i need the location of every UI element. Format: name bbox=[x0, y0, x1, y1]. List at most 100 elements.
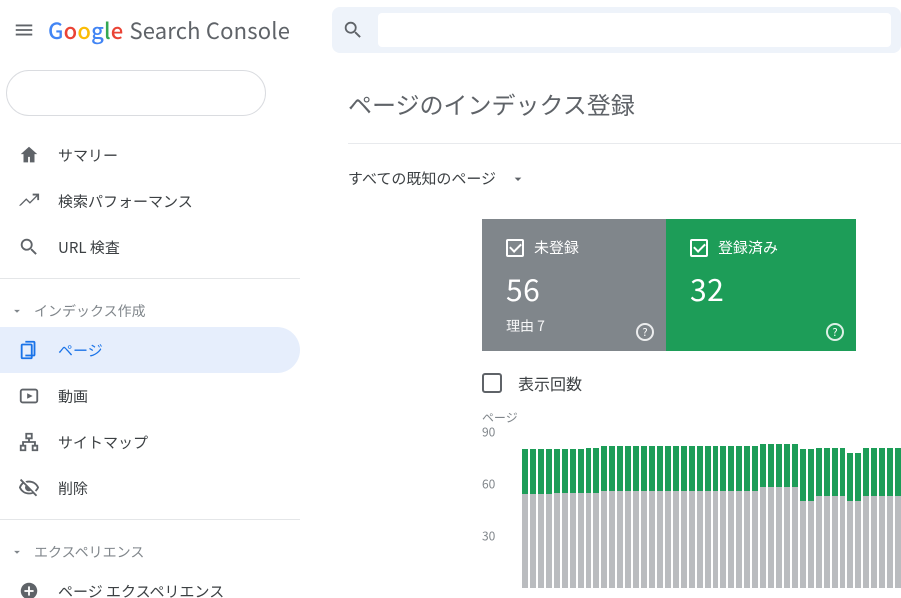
chart-bar bbox=[728, 446, 734, 588]
product-name: Search Console bbox=[129, 14, 290, 46]
card-value: 32 bbox=[690, 266, 832, 310]
checkbox-unchecked-icon[interactable] bbox=[482, 373, 502, 393]
chart-bar bbox=[554, 449, 560, 588]
chart-bar bbox=[689, 446, 695, 588]
y-tick-label: 60 bbox=[482, 476, 495, 493]
chart-bar bbox=[752, 446, 758, 588]
chart-bar bbox=[808, 449, 814, 588]
chart-bar bbox=[816, 448, 822, 588]
impressions-label: 表示回数 bbox=[518, 371, 582, 395]
card-not-indexed[interactable]: 未登録 56 理由 7 ? bbox=[482, 219, 666, 351]
info-icon[interactable]: ? bbox=[826, 323, 844, 341]
chart-bar bbox=[562, 449, 568, 588]
chart-bar bbox=[847, 453, 853, 588]
card-value: 56 bbox=[506, 266, 642, 310]
chevron-down-icon bbox=[10, 304, 24, 318]
chart-bar bbox=[586, 448, 592, 588]
status-cards: 未登録 56 理由 7 ? 登録済み 32 ? bbox=[482, 219, 901, 351]
section-toggle-indexing[interactable]: インデックス作成 bbox=[0, 287, 300, 327]
chart-bar bbox=[649, 446, 655, 588]
section-toggle-experience[interactable]: エクスペリエンス bbox=[0, 528, 300, 568]
sidebar-item-label: サマリー bbox=[58, 145, 118, 166]
chart-bar bbox=[705, 446, 711, 588]
card-indexed[interactable]: 登録済み 32 ? bbox=[666, 219, 856, 351]
visibility-off-icon bbox=[18, 477, 40, 499]
chart-bar bbox=[863, 448, 869, 588]
card-subtext: 理由 7 bbox=[506, 316, 642, 336]
sidebar-item-url-inspect[interactable]: URL 検査 bbox=[0, 224, 300, 270]
chart-bar bbox=[593, 448, 599, 588]
chart-bar bbox=[887, 448, 893, 588]
chart-bar bbox=[538, 449, 544, 588]
sitemap-icon bbox=[18, 431, 40, 453]
chart-bar bbox=[625, 446, 631, 588]
chart-bar bbox=[522, 449, 528, 588]
main-content: ページのインデックス登録 すべての既知のページ 未登録 56 理由 7 ? 登録… bbox=[300, 60, 901, 598]
sidebar-item-label: URL 検査 bbox=[58, 237, 120, 258]
card-label: 未登録 bbox=[534, 237, 579, 258]
search-input[interactable] bbox=[378, 13, 891, 47]
chevron-down-icon bbox=[10, 545, 24, 559]
search-icon bbox=[342, 19, 364, 41]
chart-bar bbox=[673, 446, 679, 588]
chart-y-title: ページ bbox=[482, 409, 901, 426]
chart-bar bbox=[792, 444, 798, 588]
section-label: エクスペリエンス bbox=[34, 542, 144, 562]
sidebar-item-pages[interactable]: ページ bbox=[0, 327, 300, 373]
chart-bar bbox=[617, 446, 623, 588]
chart-bar bbox=[871, 448, 877, 588]
search-bar[interactable] bbox=[332, 7, 901, 53]
page-filter-dropdown[interactable]: すべての既知のページ bbox=[348, 144, 901, 219]
sidebar-item-label: 動画 bbox=[58, 386, 88, 407]
chart-bar bbox=[633, 446, 639, 588]
chart-bar bbox=[681, 446, 687, 588]
y-tick-label: 90 bbox=[482, 424, 495, 441]
sidebar-item-label: 検索パフォーマンス bbox=[58, 191, 193, 212]
chart-bar bbox=[744, 446, 750, 588]
sidebar-item-label: ページ エクスペリエンス bbox=[58, 581, 224, 598]
sidebar-item-label: ページ bbox=[58, 340, 103, 361]
checkbox-checked-icon bbox=[506, 239, 524, 257]
pages-icon bbox=[18, 339, 40, 361]
app-logo[interactable]: Google Search Console bbox=[48, 14, 290, 46]
hamburger-menu-button[interactable] bbox=[0, 6, 48, 54]
sidebar-item-summary[interactable]: サマリー bbox=[0, 132, 300, 178]
chart-bar bbox=[832, 448, 838, 588]
chart-bar bbox=[713, 446, 719, 588]
circle-plus-icon bbox=[18, 580, 40, 598]
chart-bar bbox=[641, 446, 647, 588]
chart-bar bbox=[800, 449, 806, 588]
chart-bar bbox=[895, 448, 901, 588]
home-icon bbox=[18, 144, 40, 166]
info-icon[interactable]: ? bbox=[636, 323, 654, 341]
chart: ページ 30 60 90 bbox=[482, 409, 901, 588]
sidebar-item-performance[interactable]: 検索パフォーマンス bbox=[0, 178, 300, 224]
chart-bar bbox=[609, 446, 615, 588]
video-icon bbox=[18, 385, 40, 407]
chart-bar bbox=[784, 444, 790, 588]
page-title: ページのインデックス登録 bbox=[348, 60, 901, 143]
checkbox-checked-icon bbox=[690, 239, 708, 257]
y-tick-label: 30 bbox=[482, 528, 495, 545]
chart-bar bbox=[601, 446, 607, 588]
chart-bar bbox=[879, 448, 885, 588]
google-logo: Google bbox=[48, 14, 123, 46]
sidebar-item-sitemap[interactable]: サイトマップ bbox=[0, 419, 300, 465]
card-label: 登録済み bbox=[718, 237, 778, 258]
sidebar: サマリー 検索パフォーマンス URL 検査 インデックス作成 ページ 動画 サイ… bbox=[0, 60, 300, 598]
sidebar-item-page-experience[interactable]: ページ エクスペリエンス bbox=[0, 568, 300, 598]
property-selector[interactable] bbox=[6, 70, 266, 116]
sidebar-item-removals[interactable]: 削除 bbox=[0, 465, 300, 511]
chart-bar bbox=[760, 444, 766, 588]
chart-bar bbox=[840, 448, 846, 588]
chart-bar bbox=[736, 446, 742, 588]
sidebar-item-video[interactable]: 動画 bbox=[0, 373, 300, 419]
chart-bar bbox=[578, 449, 584, 588]
chart-bar bbox=[855, 453, 861, 588]
chart-bar bbox=[546, 449, 552, 588]
sidebar-item-label: サイトマップ bbox=[58, 432, 148, 453]
impressions-toggle-row[interactable]: 表示回数 bbox=[482, 351, 901, 409]
chart-bar bbox=[657, 446, 663, 588]
chart-bar bbox=[570, 449, 576, 588]
sidebar-item-label: 削除 bbox=[58, 478, 88, 499]
